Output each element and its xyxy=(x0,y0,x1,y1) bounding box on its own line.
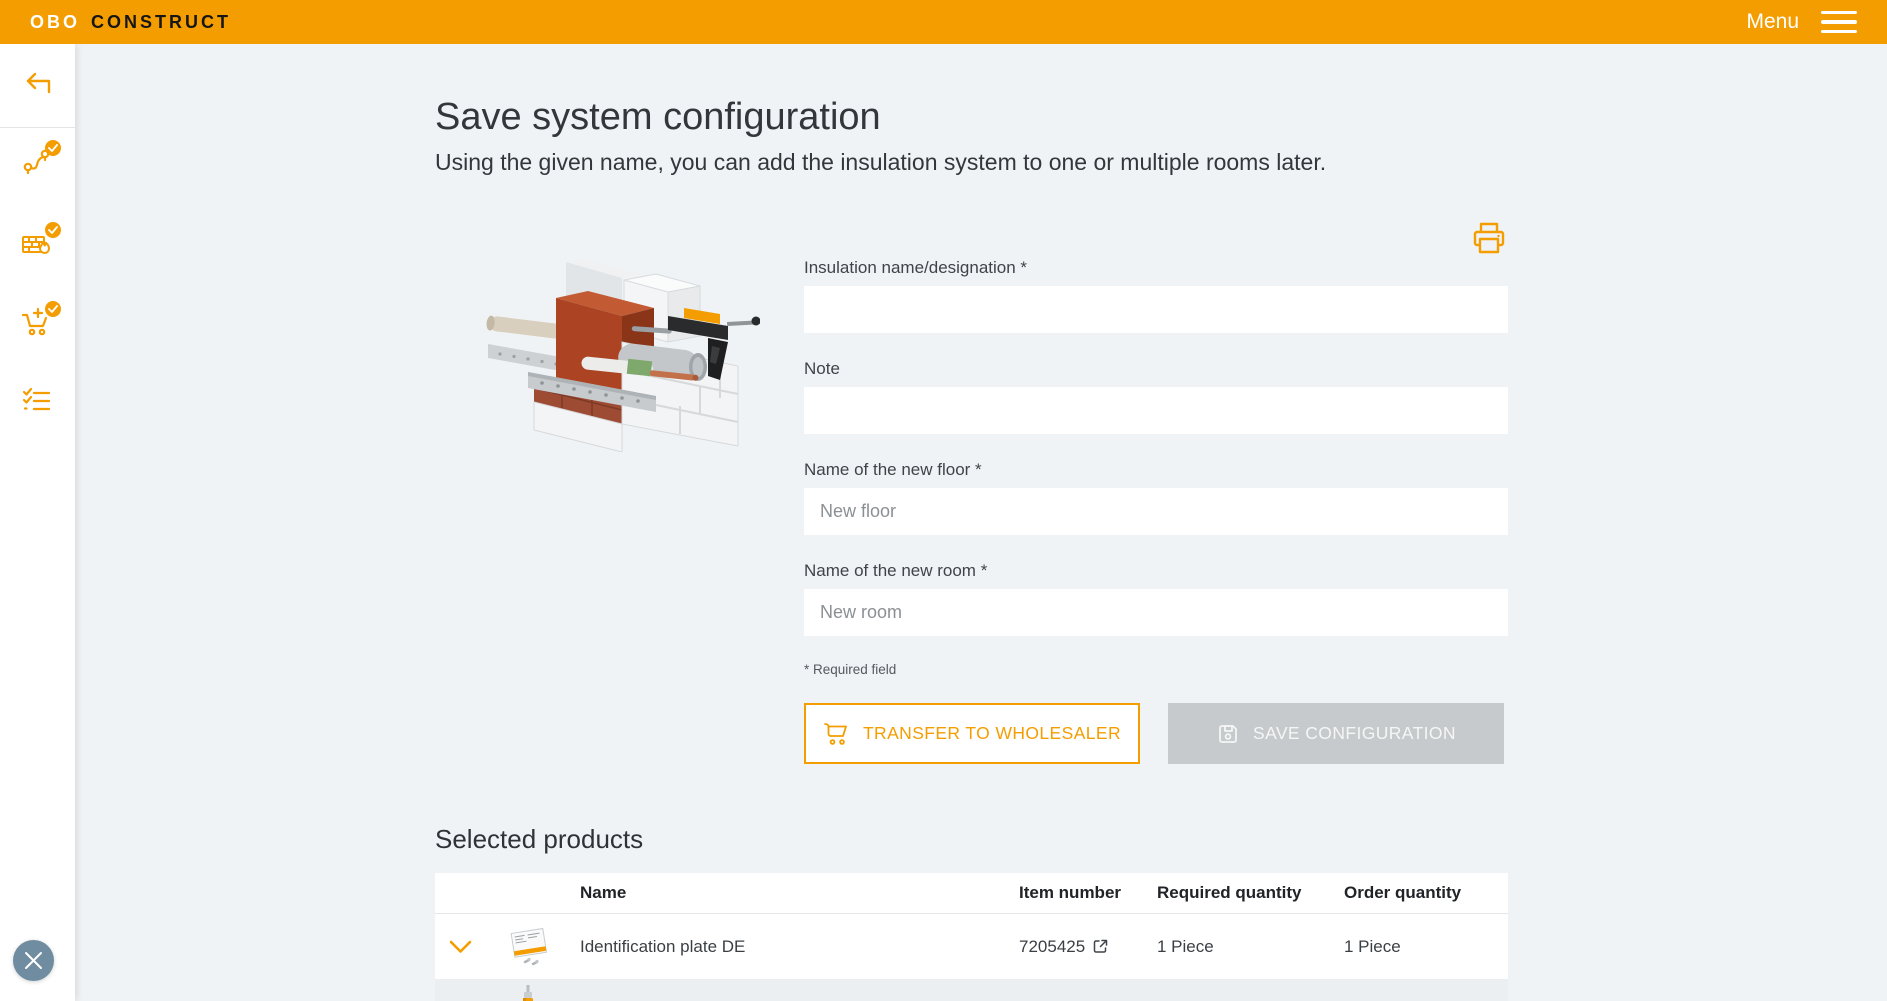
new-floor-label: Name of the new floor * xyxy=(804,460,1508,480)
order-quantity: 1 Piece xyxy=(1344,937,1508,957)
save-button-label: SAVE CONFIGURATION xyxy=(1253,723,1456,744)
required-quantity: 1 Piece xyxy=(1157,937,1344,957)
page-subtitle: Using the given name, you can add the in… xyxy=(435,149,1508,176)
field-insulation-name: Insulation name/designation * xyxy=(804,258,1508,333)
cart-icon xyxy=(823,721,850,746)
column-header-required-quantity: Required quantity xyxy=(1157,883,1344,903)
table-header-row: Name Item number Required quantity Order… xyxy=(435,873,1508,914)
check-badge xyxy=(45,222,61,238)
new-room-label: Name of the new room * xyxy=(804,561,1508,581)
printer-icon xyxy=(1470,220,1508,256)
print-button[interactable] xyxy=(1470,218,1508,258)
back-button[interactable] xyxy=(16,66,60,110)
field-new-room: Name of the new room * xyxy=(804,561,1508,636)
required-field-note: * Required field xyxy=(804,662,1508,677)
close-x-icon xyxy=(24,951,43,970)
chevron-down-icon xyxy=(449,940,472,954)
insulation-name-input[interactable] xyxy=(804,286,1508,333)
sidebar-item-routing[interactable] xyxy=(16,140,60,184)
table-row: 2-component fire protection foam PYROSIT… xyxy=(435,979,1508,1001)
external-link-icon[interactable] xyxy=(1092,938,1109,955)
save-configuration-section: Insulation name/designation * Note Name … xyxy=(435,218,1508,764)
page-title: Save system configuration xyxy=(435,96,1508,139)
field-new-floor: Name of the new floor * xyxy=(804,460,1508,535)
configuration-form: Insulation name/designation * Note Name … xyxy=(804,218,1508,764)
new-floor-input[interactable] xyxy=(804,488,1508,535)
insulation-name-label: Insulation name/designation * xyxy=(804,258,1508,278)
hamburger-menu-icon[interactable] xyxy=(1819,9,1859,36)
column-header-name: Name xyxy=(570,883,1007,903)
selected-products-table: Name Item number Required quantity Order… xyxy=(435,873,1508,1001)
save-disk-icon xyxy=(1216,722,1240,746)
form-actions: TRANSFER TO WHOLESALER SAVE CONFIGURATIO… xyxy=(804,703,1508,764)
header-right-group: Menu xyxy=(1746,9,1859,36)
column-header-order-quantity: Order quantity xyxy=(1344,883,1508,903)
main-content: Save system configuration Using the give… xyxy=(435,44,1508,1001)
save-configuration-button[interactable]: SAVE CONFIGURATION xyxy=(1168,703,1504,764)
firewall-flame-icon xyxy=(20,226,56,262)
close-button[interactable] xyxy=(13,940,54,981)
sidebar-item-fire-protection[interactable] xyxy=(16,222,60,266)
row-expand-chevron[interactable] xyxy=(435,940,485,954)
check-badge xyxy=(45,301,61,317)
note-input[interactable] xyxy=(804,387,1508,434)
column-header-item-number: Item number xyxy=(1007,883,1157,903)
item-number-cell[interactable]: 7205425 xyxy=(1007,937,1157,957)
checklist-icon xyxy=(20,384,56,420)
transfer-button-label: TRANSFER TO WHOLESALER xyxy=(863,723,1121,744)
logo-construct-text: CONSTRUCT xyxy=(91,12,231,33)
table-row: Identification plate DE 7205425 1 Piece … xyxy=(435,914,1508,979)
note-label: Note xyxy=(804,359,1508,379)
item-number: 7205425 xyxy=(1019,937,1085,957)
sidebar-item-summary[interactable] xyxy=(16,380,60,424)
foam-cartridge-thumbnail xyxy=(485,984,570,1001)
left-sidebar xyxy=(0,44,75,1001)
menu-label[interactable]: Menu xyxy=(1746,10,1799,34)
logo-obo-text: OBO xyxy=(30,12,80,33)
transfer-to-wholesaler-button[interactable]: TRANSFER TO WHOLESALER xyxy=(804,703,1140,764)
app-window: OBO CONSTRUCT Menu xyxy=(0,0,1887,1001)
selected-products-heading: Selected products xyxy=(435,824,1508,855)
top-header: OBO CONSTRUCT Menu xyxy=(0,0,1887,44)
cart-add-icon xyxy=(20,305,56,341)
obo-construct-logo: OBO CONSTRUCT xyxy=(30,12,231,33)
route-planning-icon xyxy=(20,144,56,180)
back-arrow-icon xyxy=(20,70,56,106)
product-illustration xyxy=(470,246,760,764)
new-room-input[interactable] xyxy=(804,589,1508,636)
sidebar-item-cart[interactable] xyxy=(16,301,60,345)
identification-plate-thumbnail xyxy=(485,924,570,970)
sidebar-divider xyxy=(0,127,75,128)
field-note: Note xyxy=(804,359,1508,434)
product-name: Identification plate DE xyxy=(570,937,1007,957)
check-badge xyxy=(45,140,61,156)
